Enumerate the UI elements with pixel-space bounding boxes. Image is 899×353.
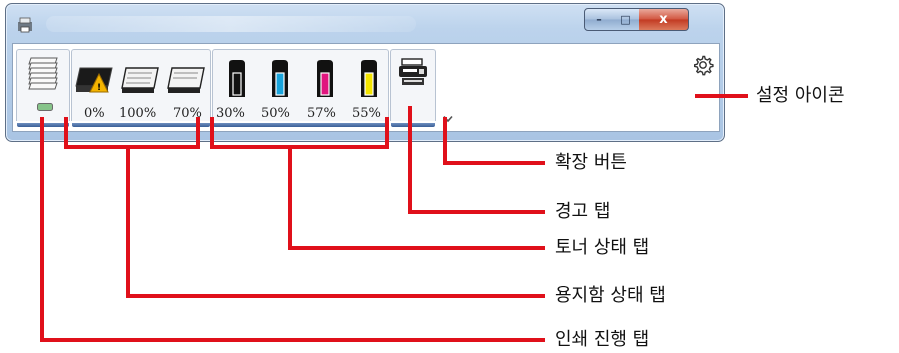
printer-app-icon	[18, 17, 32, 33]
toner-black-icon	[229, 60, 245, 97]
paper-tray-icon	[121, 67, 159, 93]
maximize-button[interactable]: □	[612, 8, 640, 31]
toner-magenta-level: 57%	[307, 106, 336, 121]
close-icon: x	[659, 12, 668, 27]
cassette-1-level: 0%	[84, 106, 105, 121]
chevron-down-icon[interactable]	[443, 115, 453, 123]
tab-toner-status[interactable]: 30% 50% 57% 55%	[212, 49, 389, 127]
toner-black-level: 30%	[216, 106, 245, 121]
tab-alert[interactable]	[390, 49, 436, 127]
callout-toner-tab: 토너 상태 탭	[555, 237, 650, 258]
tab-paper-cassette[interactable]: ! 0% 100% 70%	[71, 49, 211, 127]
paper-stack-icon	[28, 57, 58, 90]
status-panel: ! 0% 100% 70% 30% 50% 57% 55%	[12, 43, 720, 132]
window-title	[46, 16, 416, 32]
callout-settings-icon: 설정 아이콘	[756, 85, 845, 106]
callout-alert-tab: 경고 탭	[555, 201, 611, 222]
toner-yellow-level: 55%	[352, 106, 381, 121]
svg-text:!: !	[97, 83, 101, 93]
paper-tray-warning-icon: !	[75, 67, 113, 93]
toner-yellow-icon	[361, 60, 377, 97]
gear-icon[interactable]	[692, 54, 714, 76]
progress-indicator-icon	[37, 103, 53, 111]
toner-cyan-icon	[272, 60, 288, 97]
minimize-button[interactable]: –	[584, 8, 614, 31]
cassette-3-level: 70%	[173, 106, 202, 121]
status-monitor-window: – □ x ! 0% 100% 70% 30% 50% 57% 55%	[5, 3, 725, 142]
minimize-icon: –	[596, 13, 602, 26]
callout-expand-button: 확장 버튼	[555, 152, 627, 173]
toner-magenta-icon	[317, 60, 333, 97]
printer-alert-icon	[399, 58, 427, 85]
callout-paper-tab: 용지함 상태 탭	[555, 285, 666, 306]
toner-cyan-level: 50%	[261, 106, 290, 121]
paper-tray-icon	[167, 67, 205, 93]
maximize-icon: □	[620, 13, 631, 26]
tab-print-progress[interactable]	[16, 49, 70, 127]
callout-print-tab: 인쇄 진행 탭	[555, 329, 650, 350]
close-button[interactable]: x	[639, 8, 689, 31]
cassette-2-level: 100%	[119, 106, 157, 121]
